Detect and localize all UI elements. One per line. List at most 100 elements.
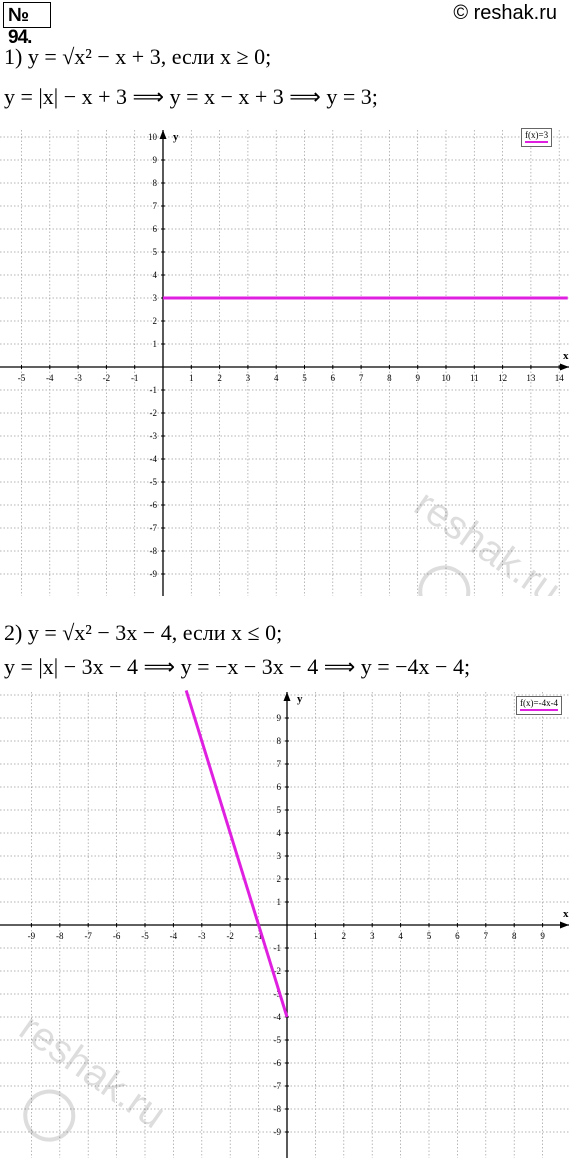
part1-equation: 1) y = √x² − x + 3, если x ≥ 0; xyxy=(4,44,272,69)
graph-2-y-arrow xyxy=(283,692,291,701)
graph-1-y-tick-label: 2 xyxy=(153,316,158,326)
graph-2-legend: f(x)=-4x-4 xyxy=(516,696,563,715)
graph-1-y-tick-label: 6 xyxy=(153,224,158,234)
graph-1-y-tick-label: -7 xyxy=(150,523,158,533)
graph-2-y-tick-label: 4 xyxy=(277,828,282,838)
graph-1-y-tick-label: -8 xyxy=(150,546,158,556)
graph-1-legend: f(x)=3 xyxy=(521,128,553,147)
problem-number: № 94. xyxy=(8,5,32,48)
problem-number-box: № 94. xyxy=(3,2,51,48)
graph-2-x-tick-label: -5 xyxy=(141,931,149,941)
graph-1-svg: xy-5 -4 -3 -2 -1 1 2 3 4 5 6 7 8 9 10 11 12 13 14-9-8-7-6-… xyxy=(0,130,569,596)
graph-1-x-tick-label: 14 xyxy=(555,373,565,383)
graph-2-y-tick-label: 9 xyxy=(277,713,282,723)
graph-2-x-tick-label: 9 xyxy=(540,931,545,941)
graph-2-x-tick-label: 7 xyxy=(484,931,489,941)
graph-1-y-arrow xyxy=(159,130,167,139)
graph-1-y-tick-label: -1 xyxy=(150,385,158,395)
graph-2-y-tick-label: 7 xyxy=(277,759,282,769)
graph-2-y-tick-label: -7 xyxy=(274,1081,282,1091)
graph-1-x-tick-label: 13 xyxy=(526,373,536,383)
graph-1-legend-swatch xyxy=(525,141,549,143)
graph-2-y-tick-label: -4 xyxy=(274,1012,282,1022)
graph-1-x-tick-label: 1 xyxy=(189,373,194,383)
graph-1-legend-label: f(x)=3 xyxy=(525,130,549,140)
graph-1-y-tick-label: 8 xyxy=(153,178,158,188)
part2-equation: 2) y = √x² − 3x − 4, если x ≤ 0; xyxy=(4,620,283,645)
graph-1-x-tick-label: 10 xyxy=(442,373,452,383)
graph-2-watermark: reshak.ru xyxy=(12,1006,174,1142)
graph-1-watermark-text: reshak.ru xyxy=(407,482,569,596)
graph-2-y-tick-label: -5 xyxy=(274,1035,282,1045)
graph-2-x-tick-label: 1 xyxy=(313,931,318,941)
graph-1-y-tick-label: -2 xyxy=(150,408,158,418)
graph-1-x-tick-label: -2 xyxy=(103,373,111,383)
copyright-text: © reshak.ru xyxy=(453,2,557,24)
graph-2-legend-swatch xyxy=(520,709,559,711)
graph-1-y-label: y xyxy=(173,131,179,143)
graph-2-svg: x y -9 -8 -7 -6 -5 -4 -3 -2 -1 1 2 3 4 5 6 7 8 9 -9 -8 -7 -6 -5 -… xyxy=(0,689,569,1158)
graph-2-x-tick-label: 8 xyxy=(512,931,517,941)
graph-1-x-tick-label: -4 xyxy=(46,373,54,383)
graph-1-x-tick-label: 5 xyxy=(302,373,307,383)
graph-2-y-tick-label: -9 xyxy=(274,1127,282,1137)
graph-1-y-tick-label: 7 xyxy=(153,201,158,211)
graph-1-x-tick-label: -1 xyxy=(131,373,139,383)
graph-2-x-tick-label: 4 xyxy=(398,931,403,941)
graph-2-x-tick-label: -3 xyxy=(198,931,206,941)
graph-2-x-tick-label: -7 xyxy=(84,931,92,941)
graph-2-x-tick-label: -9 xyxy=(28,931,36,941)
graph-2-series-line xyxy=(184,689,289,1018)
graph-1-y-tick-label: -5 xyxy=(150,477,158,487)
graph-2-x-tick-label: -2 xyxy=(226,931,234,941)
graph-1-y-tick-label: 9 xyxy=(153,155,158,165)
graph-2-y-tick-label: 6 xyxy=(277,782,282,792)
graph-1: x y -5 -4 -3 -2 -1 1 2 3 4 5 6 7 8 9 10 11 12 13 14 -9 -8 -7 -6-… xyxy=(0,118,569,596)
graph-2-y-tick-label: 5 xyxy=(277,805,282,815)
graph-2-y-tick-label: 8 xyxy=(277,736,282,746)
graph-1-x-tick-label: -3 xyxy=(74,373,82,383)
graph-1-y-tick-label: -4 xyxy=(150,454,158,464)
graph-2-x-label: x xyxy=(563,908,569,920)
graph-1-y-tick-label: -3 xyxy=(150,431,158,441)
graph-2-x-arrow xyxy=(560,921,569,929)
graph-2: x y -9 -8 -7 -6 -5 -4 -3 -2 -1 1 2 3 4 5 6 7 8 9 -9 -8 -7 -6 -5 -… xyxy=(0,682,569,1158)
graph-1-x-tick-label: 9 xyxy=(415,373,420,383)
graph-1-x-tick-label: 7 xyxy=(359,373,364,383)
graph-1-x-tick-label: 4 xyxy=(274,373,279,383)
graph-1-watermark-copyright-icon xyxy=(418,565,471,596)
graph-2-y-label: y xyxy=(297,693,303,705)
graph-2-x-tick-label: 2 xyxy=(342,931,347,941)
graph-1-x-tick-label: 8 xyxy=(387,373,392,383)
graph-1-x-arrow xyxy=(560,363,569,371)
graph-2-x-tick-label: 3 xyxy=(370,931,375,941)
graph-1-x-tick-label: 3 xyxy=(246,373,251,383)
graph-1-y-tick-label: 4 xyxy=(153,270,158,280)
graph-1-x-tick-label: 12 xyxy=(498,373,507,383)
graph-2-y-tick-label: 2 xyxy=(277,874,282,884)
graph-2-y-tick-label: -6 xyxy=(274,1058,282,1068)
graph-2-watermark-copyright-icon xyxy=(23,1089,76,1142)
graph-1-x-tick-label: -5 xyxy=(18,373,26,383)
graph-1-x-tick-label: 2 xyxy=(217,373,222,383)
graph-2-x-tick-label: 6 xyxy=(455,931,460,941)
graph-1-y-tick-label: 1 xyxy=(153,339,158,349)
graph-2-y-tick-label: 1 xyxy=(277,897,282,907)
graph-2-y-tick-label: -8 xyxy=(274,1104,282,1114)
graph-2-y-tick-label: 3 xyxy=(277,851,282,861)
graph-1-x-label: x xyxy=(563,350,569,362)
graph-1-x-tick-label: 11 xyxy=(470,373,479,383)
graph-1-y-tick-label: 5 xyxy=(153,247,158,257)
graph-2-y-tick-label: -1 xyxy=(274,943,282,953)
graph-2-legend-label: f(x)=-4x-4 xyxy=(520,698,559,708)
graph-1-watermark: reshak.ru xyxy=(407,482,569,596)
graph-2-x-tick-label: -6 xyxy=(113,931,121,941)
graph-2-x-tick-label: -4 xyxy=(170,931,178,941)
graph-1-x-tick-label: 6 xyxy=(331,373,336,383)
graph-1-y-tick-label: -6 xyxy=(150,500,158,510)
graph-1-y-tick-label: -9 xyxy=(150,569,158,579)
graph-2-x-tick-label: -8 xyxy=(56,931,64,941)
part2-derivation: y = |x| − 3x − 4 ⟹ y = −x − 3x − 4 ⟹ y =… xyxy=(4,654,471,679)
graph-2-watermark-text: reshak.ru xyxy=(12,1006,174,1138)
part1-derivation: y = |x| − x + 3 ⟹ y = x − x + 3 ⟹ y = 3; xyxy=(4,84,378,109)
